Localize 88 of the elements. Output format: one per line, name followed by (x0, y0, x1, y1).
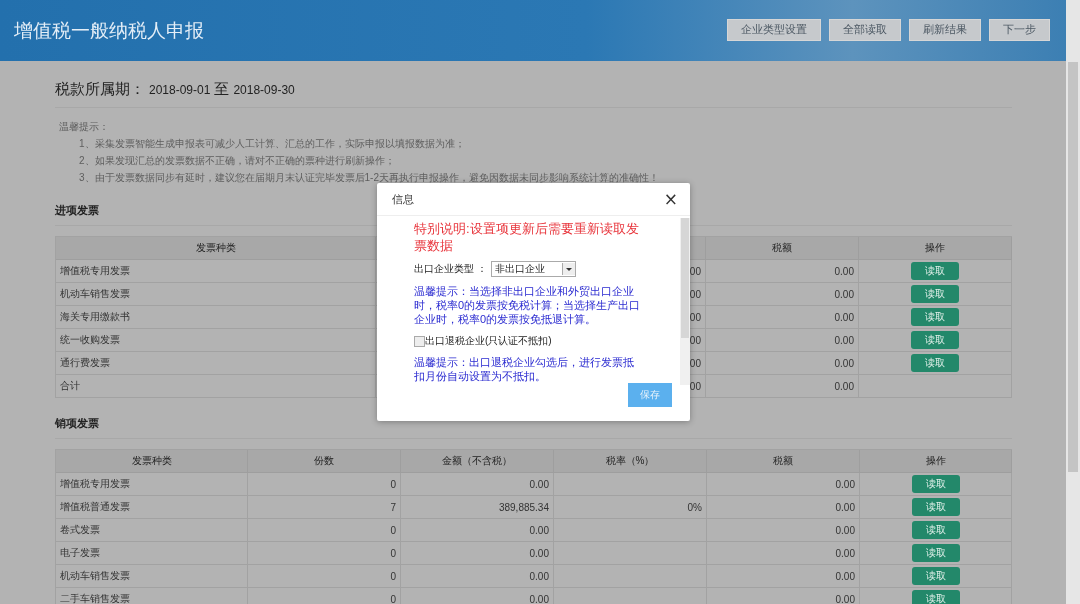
tips-title: 温馨提示： (59, 120, 110, 134)
table-cell: 0.00 (834, 311, 854, 323)
save-button[interactable]: 保存 (628, 383, 672, 407)
table-cell: 0 (390, 524, 396, 536)
caret-icon (561, 263, 575, 275)
table-cell: 机动车销售发票 (60, 569, 130, 583)
read-button[interactable]: 读取 (911, 354, 959, 372)
table-cell: .00 (687, 288, 701, 300)
column-header: 税额 (707, 450, 860, 473)
table-cell: .00 (687, 380, 701, 392)
tip-text: 1、采集发票智能生成申报表可减少人工计算、汇总的工作，实际申报以填报数据为准； (78, 137, 466, 151)
table-cell: 0.00 (834, 380, 854, 392)
column-header: 发票种类 (56, 237, 376, 260)
table-cell: 增值税专用发票 (60, 477, 130, 491)
table-cell: 0.00 (835, 593, 855, 604)
dialog-scrollbar[interactable] (680, 218, 690, 385)
table-cell: .00 (687, 334, 701, 346)
table-cell: 机动车销售发票 (60, 287, 130, 301)
table-cell: 0 (390, 547, 396, 559)
tip-text: 2、如果发现汇总的发票数据不正确，请对不正确的票种进行刷新操作； (78, 154, 396, 168)
table-cell: 0.00 (529, 547, 549, 559)
checkbox[interactable] (414, 335, 425, 347)
type-select[interactable]: 非出口企业 (490, 261, 576, 277)
read-button[interactable]: 读取 (911, 285, 959, 303)
table-cell: 0.00 (834, 334, 854, 346)
table-cell: 增值税普通发票 (60, 500, 130, 514)
column-header: 份数 (248, 450, 401, 473)
table-cell: 0.00 (834, 357, 854, 369)
column-header: 操作 (859, 237, 1012, 260)
table-cell: 389,885.34 (498, 501, 549, 513)
table-cell: 0.00 (835, 524, 855, 536)
column-header: 发票种类 (56, 450, 248, 473)
table-cell: 0.00 (529, 593, 549, 604)
header-button[interactable]: 刷新结果 (909, 18, 981, 41)
table-cell: 0.00 (835, 478, 855, 490)
period-label: 税款所属期： (55, 80, 145, 99)
table-cell: 0 (390, 570, 396, 582)
period-end: 2018-09-30 (233, 83, 295, 97)
column-header: 税额 (706, 237, 859, 260)
table-cell: 通行费发票 (60, 356, 110, 370)
column-header: 税率（%） (554, 450, 707, 473)
read-button[interactable]: 读取 (911, 331, 959, 349)
table-cell: 0.00 (529, 570, 549, 582)
header-button[interactable]: 全部读取 (829, 18, 901, 41)
table-cell: 0% (687, 501, 702, 513)
table-cell: 0.00 (834, 265, 854, 277)
table-cell: 0.00 (835, 547, 855, 559)
checkbox-label: 出口退税企业(只认证不抵扣) (425, 334, 552, 348)
table-cell: 增值税专用发票 (60, 264, 130, 278)
table-cell: .00 (687, 357, 701, 369)
table-cell: 二手车销售发票 (60, 592, 130, 604)
table-cell: 0 (390, 478, 396, 490)
read-button[interactable]: 读取 (911, 498, 960, 516)
read-button[interactable]: 读取 (911, 521, 960, 539)
table-cell: 0.00 (529, 478, 549, 490)
table-cell: .00 (687, 311, 701, 323)
table-cell: 合计 (60, 379, 80, 393)
column-header: 操作 (860, 450, 1012, 473)
table-cell: 0.00 (835, 570, 855, 582)
read-button[interactable]: 读取 (911, 590, 960, 604)
table-cell: 0.00 (835, 501, 855, 513)
header-button[interactable]: 下一步 (989, 18, 1050, 41)
read-button[interactable]: 读取 (911, 567, 960, 585)
scrollbar[interactable] (1066, 0, 1080, 604)
table-cell: 0 (390, 593, 396, 604)
tip-text: 3、由于发票数据同步有延时，建议您在届期月末认证完毕发票后1-2天再执行申报操作，避免因数据未同步影响系统计算的准确性！ (78, 171, 660, 185)
close-button[interactable]: × (663, 190, 678, 208)
read-button[interactable]: 读取 (911, 544, 960, 562)
read-button[interactable]: 读取 (911, 308, 959, 326)
period-start: 2018-09-01 (149, 83, 211, 97)
table-cell: .00 (687, 265, 701, 277)
header-button[interactable]: 企业类型设置 (727, 18, 821, 41)
table-cell: 卷式发票 (60, 523, 100, 537)
page-title: 增值税一般纳税人申报 (14, 18, 204, 43)
field-label: 出口企业类型 ： (414, 262, 487, 276)
table-cell: 7 (390, 501, 396, 513)
table-cell: 0.00 (834, 288, 854, 300)
dialog-title: 信息 (392, 191, 414, 207)
read-button[interactable]: 读取 (911, 475, 960, 493)
column-header: 金额（不含税） (401, 450, 554, 473)
table-cell: 海关专用缴款书 (60, 310, 130, 324)
table-cell: 0.00 (529, 524, 549, 536)
table-cell: 电子发票 (60, 546, 100, 560)
hint-text: 温馨提示：出口退税企业勾选后，进行发票抵扣月份自动设置为不抵扣。 (414, 355, 635, 383)
period-separator: 至 (214, 80, 230, 99)
table-cell: 统一收购发票 (60, 333, 120, 347)
read-button[interactable]: 读取 (911, 262, 959, 280)
hint-text: 温馨提示：当选择非出口企业和外贸出口企业时，税率0的发票按免税计算；当选择生产出口企业时，税率0的发票按免抵退计算。 (414, 284, 642, 326)
